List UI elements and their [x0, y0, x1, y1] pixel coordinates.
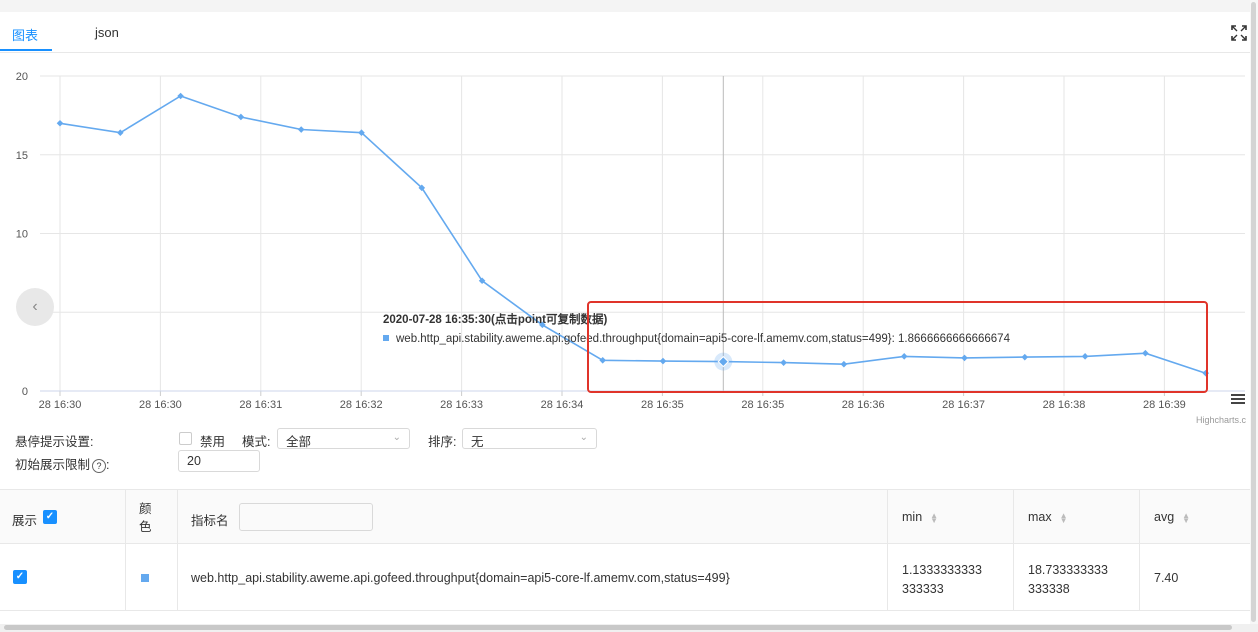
highlight-box [587, 301, 1208, 393]
x-tick-label: 28 16:35 [641, 399, 684, 411]
chevron-left-icon: ‹ [32, 298, 38, 315]
help-icon[interactable]: ? [92, 459, 107, 473]
sort-select-value: 无 [471, 435, 484, 449]
hover-settings-label: 悬停提示设置: [15, 435, 94, 449]
row-min-line2: 333333 [902, 582, 944, 596]
x-tick-label: 28 16:33 [440, 399, 483, 411]
y-axis: 0 10 15 20 [16, 71, 28, 398]
header-avg[interactable]: avg ▲ ▼ [1154, 510, 1190, 524]
row-max: 18.733333333 333338 [1028, 561, 1108, 599]
fullscreen-icon[interactable] [1230, 24, 1248, 42]
row-show-checkbox[interactable]: ✓ [13, 570, 27, 584]
column-divider [1139, 490, 1140, 610]
data-point[interactable] [297, 126, 305, 133]
chart-credits[interactable]: Highcharts.c [1196, 415, 1246, 425]
x-tick-label: 28 16:38 [1043, 399, 1086, 411]
previous-button[interactable]: ‹ [16, 288, 54, 326]
column-divider [125, 490, 126, 610]
mode-select-value: 全部 [286, 435, 312, 449]
x-tick-label: 28 16:37 [942, 399, 985, 411]
table-row[interactable]: ✓ web.http_api.stability.aweme.api.gofee… [0, 544, 1250, 611]
series-color-swatch [383, 335, 389, 341]
y-tick-label: 20 [16, 71, 28, 83]
sort-label: 排序: [428, 435, 457, 449]
data-point[interactable] [56, 119, 64, 127]
x-tick-label: 28 16:35 [741, 399, 784, 411]
y-tick-label: 15 [16, 150, 28, 162]
view-tabs: 图表 json [0, 12, 1250, 53]
column-divider [887, 490, 888, 610]
limit-label: 初始展示限制?: [15, 458, 110, 473]
row-min-line1: 1.1333333333 [902, 563, 982, 577]
sort-select[interactable]: 无 ⌄ [462, 428, 597, 449]
chart-menu-icon[interactable] [1230, 392, 1246, 406]
limit-label-text: 初始展示限制 [15, 458, 91, 472]
x-tick-label: 28 16:31 [239, 399, 282, 411]
header-max-text: max [1028, 510, 1052, 524]
column-divider [1013, 490, 1014, 610]
y-tick-label: 0 [22, 386, 28, 398]
row-avg: 7.40 [1154, 571, 1179, 585]
header-name: 指标名 [191, 514, 229, 528]
tab-chart[interactable]: 图表 [12, 25, 38, 44]
mode-label: 模式: [242, 435, 271, 449]
select-all-checkbox[interactable]: ✓ [43, 510, 57, 524]
mode-select[interactable]: 全部 ⌄ [277, 428, 410, 449]
vertical-scrollbar-thumb[interactable] [1251, 2, 1256, 622]
x-tick-label: 28 16:32 [340, 399, 383, 411]
tab-json[interactable]: json [95, 25, 119, 40]
header-max[interactable]: max ▲ ▼ [1028, 510, 1068, 524]
horizontal-scrollbar[interactable] [0, 624, 1258, 632]
table-header: 展示 ✓ 颜色 指标名 min ▲ ▼ max ▲ ▼ avg ▲ ▼ [0, 490, 1250, 544]
row-min: 1.1333333333 333333 [902, 561, 982, 599]
row-color-swatch[interactable] [141, 574, 149, 582]
disable-checkbox[interactable] [179, 432, 192, 445]
column-divider [177, 490, 178, 610]
x-tick-label: 28 16:36 [842, 399, 885, 411]
row-max-line1: 18.733333333 [1028, 563, 1108, 577]
sort-icon: ▲ ▼ [1182, 510, 1191, 525]
metrics-table: 展示 ✓ 颜色 指标名 min ▲ ▼ max ▲ ▼ avg ▲ ▼ ✓ web.http… [0, 489, 1250, 614]
disable-label: 禁用 [200, 435, 226, 449]
row-max-line2: 333338 [1028, 582, 1070, 596]
x-tick-label: 28 16:39 [1143, 399, 1186, 411]
header-color: 颜色 [139, 502, 152, 534]
chevron-down-icon: ⌄ [579, 432, 588, 443]
x-tick-label: 28 16:34 [541, 399, 584, 411]
chevron-down-icon: ⌄ [392, 432, 401, 443]
active-tab-indicator [0, 49, 52, 51]
y-tick-label: 10 [16, 229, 28, 241]
header-avg-text: avg [1154, 510, 1175, 524]
header-show: 展示 [12, 514, 38, 528]
sort-icon: ▲ ▼ [930, 510, 939, 525]
header-min[interactable]: min ▲ ▼ [902, 510, 938, 524]
metric-name-filter-input[interactable] [239, 503, 373, 531]
x-tick-label: 28 16:30 [39, 399, 82, 411]
x-tick-label: 28 16:30 [139, 399, 182, 411]
sort-icon: ▲ ▼ [1059, 510, 1068, 525]
vertical-scrollbar[interactable] [1250, 0, 1258, 624]
x-axis: 28 16:30 28 16:30 28 16:31 28 16:32 28 16:33… [39, 390, 1245, 411]
header-min-text: min [902, 510, 923, 524]
limit-input[interactable]: 20 [178, 450, 260, 472]
row-metric-name[interactable]: web.http_api.stability.aweme.api.gofeed.… [191, 571, 730, 585]
horizontal-scrollbar-thumb[interactable] [4, 625, 1232, 630]
data-point[interactable] [237, 113, 245, 121]
